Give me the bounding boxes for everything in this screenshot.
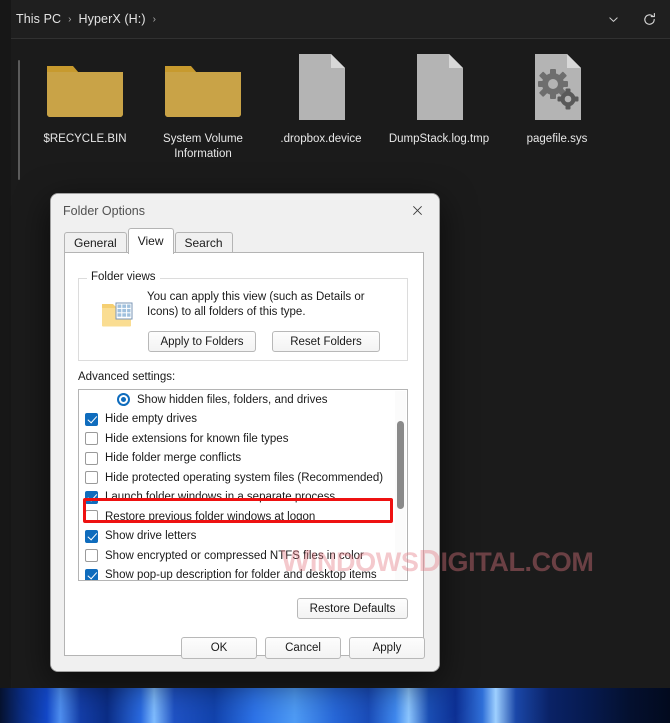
breadcrumb-separator: › — [68, 13, 72, 25]
file-label: DumpStack.log.tmp — [388, 133, 490, 145]
advanced-row[interactable]: Hide empty drives — [79, 410, 407, 430]
navigation-scrollbar[interactable] — [18, 60, 20, 180]
advanced-row-label: Restore previous folder windows at logon — [105, 510, 316, 523]
radio-show-hidden-files[interactable] — [117, 393, 130, 407]
tab-general[interactable]: General — [64, 232, 127, 254]
tab-view[interactable]: View — [127, 228, 174, 254]
tabstrip: General View Search — [64, 228, 426, 254]
watermark-w: W — [281, 543, 310, 578]
file-label: .dropbox.device — [280, 133, 362, 145]
checkbox-hide-extensions[interactable] — [85, 432, 98, 446]
navigation-pane-rail — [0, 0, 11, 688]
advanced-row-label: Hide folder merge conflicts — [105, 452, 242, 465]
chevron-down-icon[interactable] — [598, 5, 628, 33]
folder-view-icon — [101, 299, 135, 329]
advanced-row-label: Show hidden files, folders, and drives — [137, 393, 328, 406]
breadcrumb-item-hyperx[interactable]: HyperX (H:) — [74, 9, 151, 29]
system-file-gear-icon — [514, 50, 600, 124]
checkbox-show-popup-description[interactable] — [85, 568, 98, 580]
dialog-titlebar[interactable]: Folder Options — [51, 194, 439, 227]
site-watermark: WINDOWSDIGITAL.COM — [281, 543, 594, 579]
file-icon — [396, 50, 482, 124]
advanced-row-label: Launch folder windows in a separate proc… — [105, 491, 336, 504]
advanced-row-label: Hide empty drives — [105, 413, 198, 426]
dialog-title: Folder Options — [63, 203, 145, 218]
file-item-recycle-bin[interactable]: $RECYCLE.BIN — [30, 50, 140, 162]
tab-search[interactable]: Search — [174, 232, 233, 254]
checkbox-show-drive-letters[interactable] — [85, 529, 98, 543]
advanced-settings-label: Advanced settings: — [78, 371, 176, 383]
address-bar[interactable]: This PC › HyperX (H:) › — [11, 0, 670, 39]
advanced-row[interactable]: Hide folder merge conflicts — [79, 449, 407, 469]
file-label: pagefile.sys — [526, 133, 588, 145]
folder-views-legend: Folder views — [87, 271, 160, 283]
file-label: System Volume Information — [163, 133, 243, 160]
file-item-dumpstack-log-tmp[interactable]: DumpStack.log.tmp — [384, 50, 494, 162]
checkbox-hide-folder-merge-conflicts[interactable] — [85, 451, 98, 465]
refresh-icon[interactable] — [634, 5, 664, 33]
close-icon[interactable] — [395, 194, 439, 227]
watermark-d: D — [418, 543, 441, 578]
file-item-pagefile-sys[interactable]: pagefile.sys — [502, 50, 612, 162]
file-grid: $RECYCLE.BIN System Volume Information .… — [30, 50, 650, 162]
scrollbar-thumb[interactable] — [397, 421, 404, 509]
advanced-row[interactable]: Hide extensions for known file types — [79, 429, 407, 449]
advanced-row[interactable]: Launch folder windows in a separate proc… — [79, 488, 407, 508]
ok-button[interactable]: OK — [181, 637, 257, 659]
advanced-row[interactable]: Show hidden files, folders, and drives — [79, 390, 407, 410]
advanced-row[interactable]: Restore previous folder windows at logon — [79, 507, 407, 527]
advanced-row-label: Hide extensions for known file types — [105, 432, 289, 445]
tab-panel-view: Folder views You can apply this view (su… — [64, 252, 424, 656]
breadcrumb-item-this-pc[interactable]: This PC — [11, 9, 66, 29]
desktop-wallpaper — [0, 688, 670, 723]
checkbox-hide-empty-drives[interactable] — [85, 412, 98, 426]
checkbox-launch-folder-windows-separate-process[interactable] — [85, 490, 98, 504]
checkbox-restore-previous-folder-windows[interactable] — [85, 510, 98, 524]
folder-options-dialog: Folder Options General View Search Folde… — [50, 193, 440, 672]
advanced-row-label: Hide protected operating system files (R… — [105, 471, 384, 484]
folder-icon — [42, 50, 128, 124]
breadcrumb-separator-trailing: › — [152, 13, 156, 25]
cancel-button[interactable]: Cancel — [265, 637, 341, 659]
advanced-row-label: Show drive letters — [105, 530, 197, 543]
reset-folders-button[interactable]: Reset Folders — [272, 331, 380, 352]
file-item-system-volume-information[interactable]: System Volume Information — [148, 50, 258, 162]
dialog-body: General View Search Folder views You can… — [51, 227, 439, 671]
file-icon — [278, 50, 364, 124]
apply-to-folders-button[interactable]: Apply to Folders — [148, 331, 256, 352]
advanced-row-highlighted[interactable]: Hide protected operating system files (R… — [79, 468, 407, 488]
checkbox-hide-protected-os-files[interactable] — [85, 471, 98, 485]
checkbox-show-encrypted-ntfs-color[interactable] — [85, 549, 98, 563]
watermark-windows: INDOWS — [309, 547, 419, 577]
dialog-footer: OK Cancel Apply — [51, 637, 439, 659]
restore-defaults-button[interactable]: Restore Defaults — [297, 598, 408, 619]
watermark-digital: IGITAL.COM — [440, 547, 594, 577]
folder-icon — [160, 50, 246, 124]
file-item-dropbox-device[interactable]: .dropbox.device — [266, 50, 376, 162]
folder-views-description: You can apply this view (such as Details… — [147, 291, 365, 318]
folder-views-group: Folder views You can apply this view (su… — [78, 271, 408, 361]
file-label: $RECYCLE.BIN — [43, 133, 127, 145]
apply-button[interactable]: Apply — [349, 637, 425, 659]
